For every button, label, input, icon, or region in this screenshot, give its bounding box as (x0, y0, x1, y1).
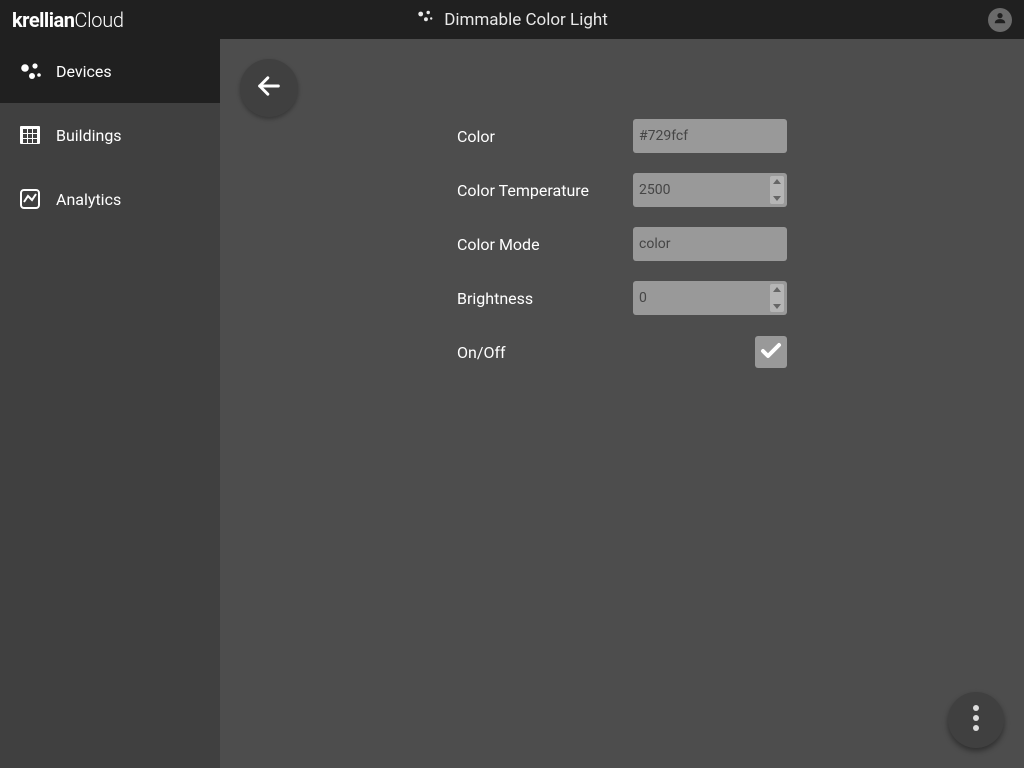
sidebar-item-label: Analytics (56, 190, 121, 209)
brand-bold: krellian (12, 10, 74, 30)
brand-logo[interactable]: krellianCloud (12, 10, 124, 30)
color-label: Color (457, 127, 495, 146)
color-input[interactable] (633, 119, 787, 153)
sidebar-item-label: Devices (56, 62, 112, 81)
topbar: krellianCloud Dimmable Color Light (0, 0, 1024, 39)
kebab-icon (973, 705, 979, 735)
analytics-icon (18, 187, 42, 211)
color-temperature-input[interactable] (633, 173, 787, 207)
brightness-row: Brightness (457, 271, 787, 325)
page-title: Dimmable Color Light (444, 10, 608, 30)
onoff-checkbox[interactable] (755, 336, 787, 368)
main-content: Color Color Temperature Color Mode (220, 39, 1024, 768)
sidebar-item-devices[interactable]: Devices (0, 39, 220, 103)
onoff-label: On/Off (457, 343, 506, 362)
check-icon (759, 338, 783, 366)
sidebar-item-label: Buildings (56, 126, 122, 145)
color-mode-label: Color Mode (457, 235, 540, 254)
brightness-input[interactable] (633, 281, 787, 315)
back-button[interactable] (240, 59, 298, 117)
sidebar: Devices Buildings (0, 39, 220, 768)
user-menu-button[interactable] (988, 8, 1012, 32)
light-icon (416, 8, 434, 31)
user-icon (993, 10, 1007, 29)
color-temperature-row: Color Temperature (457, 163, 787, 217)
more-actions-button[interactable] (948, 692, 1004, 748)
arrow-left-icon (255, 72, 283, 104)
devices-icon (18, 59, 42, 83)
device-properties-form: Color Color Temperature Color Mode (457, 109, 787, 379)
color-mode-row: Color Mode (457, 217, 787, 271)
color-mode-input[interactable] (633, 227, 787, 261)
brightness-label: Brightness (457, 289, 533, 308)
color-row: Color (457, 109, 787, 163)
onoff-row: On/Off (457, 325, 787, 379)
buildings-icon (18, 123, 42, 147)
sidebar-item-buildings[interactable]: Buildings (0, 103, 220, 167)
color-temperature-label: Color Temperature (457, 181, 589, 200)
brand-light: Cloud (74, 10, 123, 30)
page-title-area: Dimmable Color Light (416, 8, 608, 31)
sidebar-item-analytics[interactable]: Analytics (0, 167, 220, 231)
